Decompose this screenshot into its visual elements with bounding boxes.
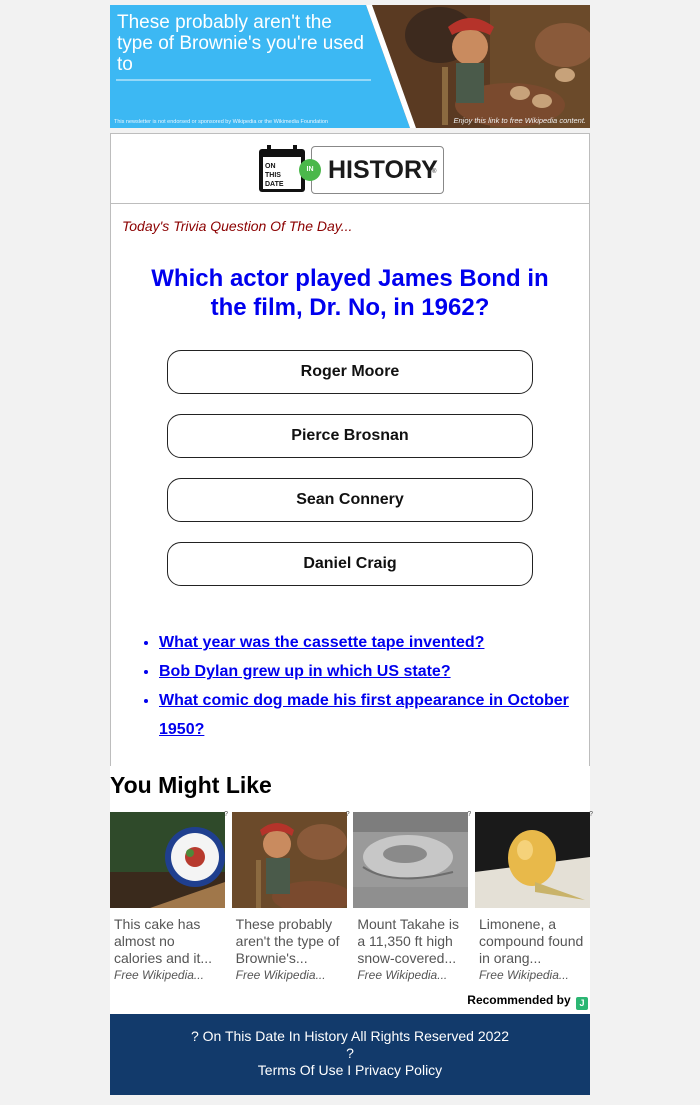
banner-disclaimer: This newsletter is not endorsed or spons… <box>114 119 328 125</box>
recommendation-text: These probably aren't the type of Browni… <box>235 916 340 966</box>
related-question-item: What comic dog made his first appearance… <box>159 686 577 744</box>
banner-ad[interactable]: These probably aren't the type of Browni… <box>110 5 590 128</box>
related-questions-list: What year was the cassette tape invented… <box>111 628 589 766</box>
recommendation-tile[interactable]: ? This cake has almost no calories and i… <box>110 811 228 983</box>
logo-calendar-line-3: DATE <box>265 181 284 188</box>
terms-of-use-link[interactable]: Terms Of Use <box>258 1062 344 1078</box>
recommendation-text: Limonene, a compound found in orang... <box>478 916 584 966</box>
footer: ? On This Date In History All Rights Res… <box>110 1014 590 1095</box>
logo-in-badge: IN <box>299 159 321 181</box>
logo-calendar-line-1: ON <box>265 163 276 170</box>
banner-divider <box>116 79 371 81</box>
related-question-link[interactable]: What year was the cassette tape invented… <box>159 634 484 651</box>
newsletter: These probably aren't the type of Browni… <box>110 5 593 1095</box>
recommendation-tile[interactable]: ? These probably aren't the type of Brow… <box>231 811 352 983</box>
answer-button-sean-connery[interactable]: Sean Connery <box>167 478 533 522</box>
answer-list: Roger Moore Pierce Brosnan Sean Connery … <box>122 350 578 586</box>
recommendation-tiles: ? This cake has almost no calories and i… <box>110 811 593 983</box>
recommended-by-label: Recommended by <box>467 993 571 1007</box>
recommendation-tile[interactable]: ? Limonene, a compound found in orang...… <box>474 811 593 983</box>
related-question-item: What year was the cassette tape invented… <box>159 628 577 657</box>
recommendation-text: Mount Takahe is a 11,350 ft high snow-co… <box>357 916 460 966</box>
on-this-date-in-history-logo[interactable]: ON THIS DATE IN HISTORY ® <box>257 142 445 196</box>
footer-copyright: ? On This Date In History All Rights Res… <box>190 1028 509 1044</box>
related-question-link[interactable]: Bob Dylan grew up in which US state? <box>159 663 451 680</box>
recommendation-source: Free Wikipedia... <box>235 968 326 982</box>
recommendation-source: Free Wikipedia... <box>114 968 204 982</box>
you-might-like-section: You Might Like ? This cake has almost no… <box>110 766 593 1014</box>
recommendation-text: This cake has almost no calories and it.… <box>114 916 213 966</box>
trivia-kicker: Today's Trivia Question Of The Day... <box>122 218 353 234</box>
ad-info-marker[interactable]: ? <box>589 811 593 818</box>
cake-plate-image <box>110 812 225 908</box>
privacy-policy-link[interactable]: Privacy Policy <box>355 1062 442 1078</box>
banner-credit: Enjoy this link to free Wikipedia conten… <box>453 116 587 125</box>
mount-takahe-image <box>353 812 469 908</box>
ad-info-marker[interactable]: ? <box>224 811 228 818</box>
answer-button-daniel-craig[interactable]: Daniel Craig <box>167 542 533 586</box>
logo-registered-mark: ® <box>432 169 437 175</box>
brownie-illustration-thumb <box>231 812 352 913</box>
trivia-section: Today's Trivia Question Of The Day... Wh… <box>111 204 589 586</box>
ad-info-marker[interactable]: ? <box>346 811 350 818</box>
answer-button-roger-moore[interactable]: Roger Moore <box>167 350 533 394</box>
related-question-item: Bob Dylan grew up in which US state? <box>159 657 577 686</box>
footer-link-divider: I <box>347 1062 356 1078</box>
recommendation-source: Free Wikipedia... <box>357 968 448 982</box>
limonene-orange-image <box>474 812 590 908</box>
ad-info-marker[interactable]: ? <box>467 811 471 818</box>
banner-headline: These probably aren't the type of Browni… <box>117 12 364 75</box>
footer-links: Terms Of Use I Privacy Policy <box>110 1062 590 1079</box>
trivia-card: ON THIS DATE IN HISTORY ® Today's Trivia… <box>110 133 590 767</box>
recommendation-source: Free Wikipedia... <box>478 968 569 982</box>
logo-header: ON THIS DATE IN HISTORY ® <box>111 134 589 204</box>
trivia-question: Which actor played James Bond in the fil… <box>151 265 549 321</box>
logo-calendar-line-2: THIS <box>265 172 281 179</box>
recommendation-tile[interactable]: ? Mount Takahe is a 11,350 ft high snow-… <box>353 811 471 983</box>
recommender-logo-icon: J <box>576 997 588 1010</box>
related-question-link[interactable]: What comic dog made his first appearance… <box>159 692 569 738</box>
logo-wordmark: HISTORY <box>328 156 438 184</box>
you-might-like-title: You Might Like <box>110 772 272 798</box>
footer-separator: ? <box>346 1045 354 1061</box>
recommended-by[interactable]: Recommended by J <box>110 983 590 1014</box>
answer-button-pierce-brosnan[interactable]: Pierce Brosnan <box>167 414 533 458</box>
